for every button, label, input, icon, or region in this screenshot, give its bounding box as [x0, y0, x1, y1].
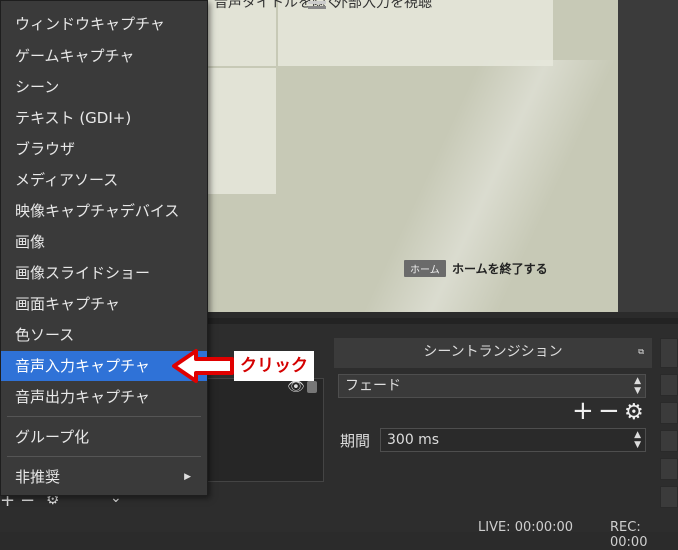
preview-tile: [200, 68, 276, 194]
home-exit-label: ホームを終了する: [452, 262, 548, 276]
duration-label: 期間: [340, 432, 371, 450]
menu-item-display-capture[interactable]: 画面キャプチャ: [1, 289, 207, 319]
transition-select[interactable]: フェード ▲ ▼: [338, 374, 646, 398]
eye-icon[interactable]: 👁: [287, 379, 305, 395]
menu-separator: [7, 456, 201, 457]
control-button[interactable]: [660, 430, 678, 452]
live-status: LIVE: 00:00:00: [478, 520, 574, 535]
preview-top-right-text: 外部入力を視聴: [334, 0, 432, 11]
sources-list[interactable]: [206, 378, 324, 482]
control-button[interactable]: [660, 486, 678, 508]
transitions-title: シーントランジション: [423, 344, 563, 360]
menu-item-image[interactable]: 画像: [1, 227, 207, 257]
transitions-header[interactable]: シーントランジション ⧉: [334, 338, 652, 368]
menu-item-media-source[interactable]: メディアソース: [1, 165, 207, 195]
annotation-arrow-icon: [172, 349, 234, 383]
menu-item-browser[interactable]: ブラウザ: [1, 134, 207, 164]
add-transition-icon[interactable]: +: [572, 396, 594, 426]
menu-item-scene[interactable]: シーン: [1, 72, 207, 102]
menu-item-game-capture[interactable]: ゲームキャプチャ: [1, 41, 207, 71]
menu-item-video-capture-device[interactable]: 映像キャプチャデバイス: [1, 196, 207, 226]
click-annotation-label: クリック: [234, 351, 314, 381]
duration-spinbox[interactable]: 300 ms ▲ ▼: [380, 428, 646, 452]
rec-status: REC: 00:00: [610, 520, 648, 550]
home-key-badge: ホーム: [404, 260, 446, 277]
lock-icon[interactable]: [307, 381, 317, 393]
add-source-context-menu: ウィンドウキャプチャ ゲームキャプチャ シーン テキスト (GDI+) ブラウザ…: [0, 0, 208, 496]
menu-item-group[interactable]: グループ化: [1, 422, 207, 452]
menu-item-text-gdi[interactable]: テキスト (GDI+): [1, 103, 207, 133]
menu-item-deprecated[interactable]: 非推奨 ▶: [1, 462, 207, 492]
spin-arrows-icon[interactable]: ▲ ▼: [634, 430, 641, 450]
menu-separator: [7, 416, 201, 417]
menu-item-window-capture[interactable]: ウィンドウキャプチャ: [1, 9, 207, 39]
rca-cable-icon: [306, 0, 330, 10]
menu-item-color-source[interactable]: 色ソース: [1, 320, 207, 350]
control-button[interactable]: [660, 458, 678, 480]
select-arrows-icon: ▲ ▼: [634, 376, 641, 396]
transition-gear-icon[interactable]: ⚙: [624, 398, 644, 428]
remove-transition-icon[interactable]: −: [598, 396, 620, 426]
undock-icon[interactable]: ⧉: [638, 338, 644, 366]
duration-value: 300 ms: [387, 432, 440, 448]
control-button[interactable]: [660, 338, 678, 368]
transition-selected-value: フェード: [345, 378, 401, 394]
menu-item-deprecated-label: 非推奨: [15, 468, 61, 486]
right-panel-strip: [618, 0, 678, 312]
control-button[interactable]: [660, 402, 678, 424]
submenu-arrow-icon: ▶: [184, 472, 191, 482]
control-button[interactable]: [660, 374, 678, 396]
menu-item-audio-output-capture[interactable]: 音声出力キャプチャ: [1, 382, 207, 412]
menu-item-image-slideshow[interactable]: 画像スライドショー: [1, 258, 207, 288]
